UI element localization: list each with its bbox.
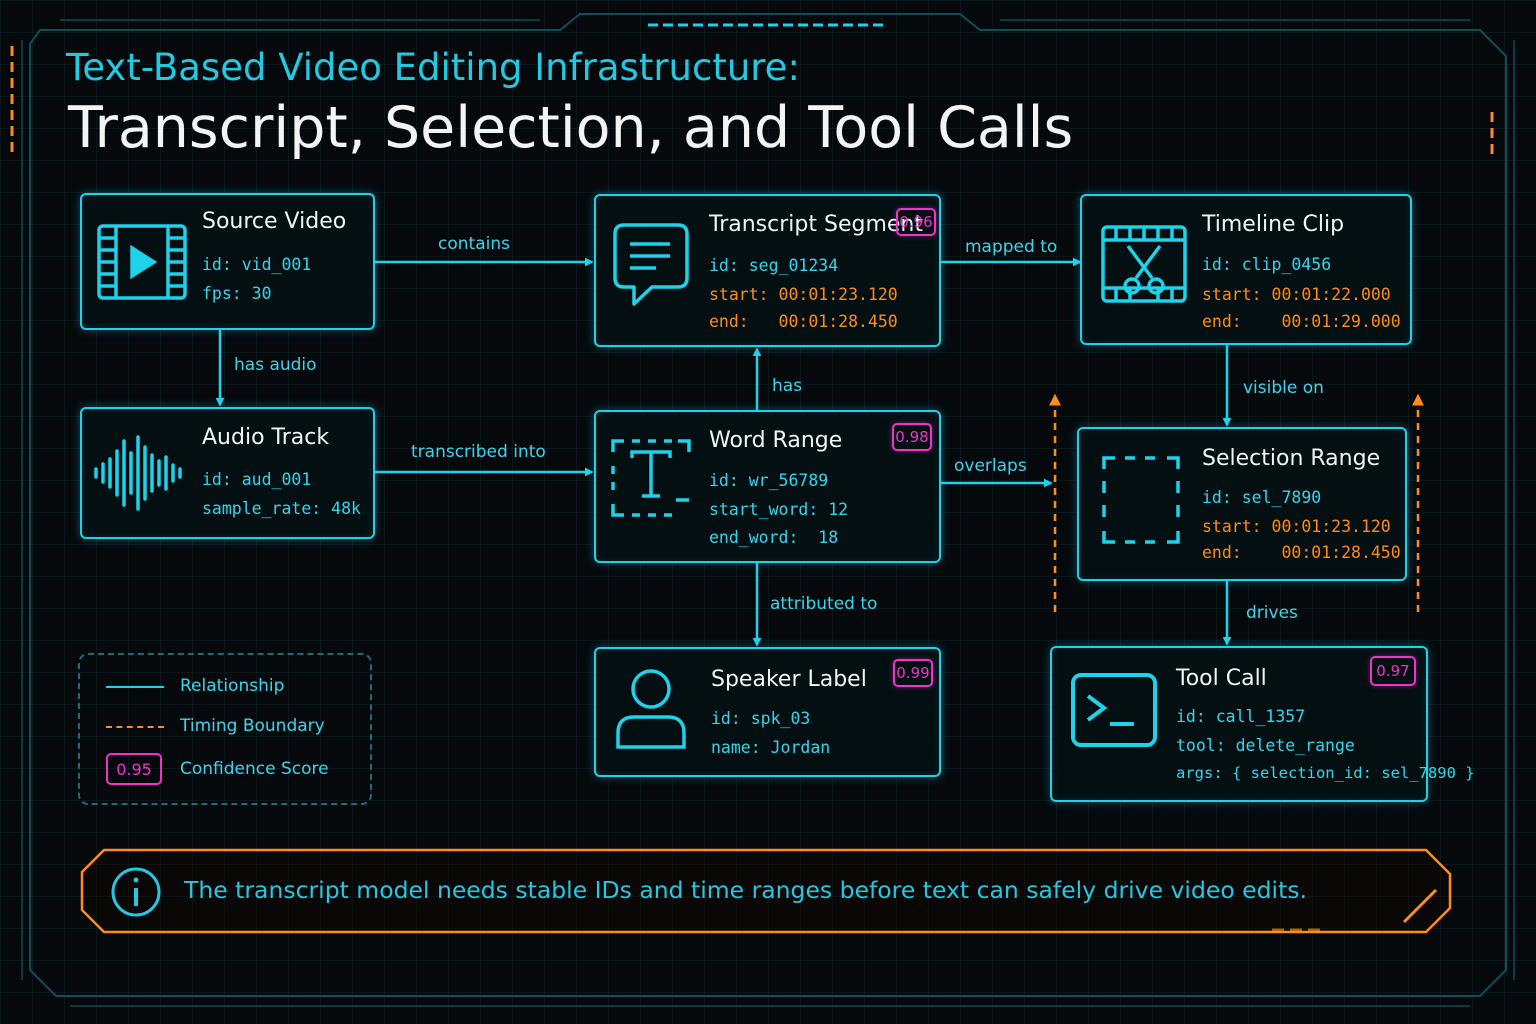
node-word-range[interactable]: Word Range 0.98 id: wr_56789 start_word:… [594,410,941,563]
legend-item-confidence: 0.95 Confidence Score [80,753,370,785]
node-timeline-clip[interactable]: Timeline Clip id: clip_0456 start: 00:01… [1080,194,1412,345]
node-field: id: seg_01234 [709,256,839,275]
node-field: id: vid_001 [202,255,312,274]
node-field: tool: delete_range [1176,736,1355,755]
node-field-end: end: 00:01:28.450 [1202,543,1401,562]
node-audio-track[interactable]: Audio Track id: aud_001 sample_rate: 48k [80,407,375,539]
node-selection-range[interactable]: Selection Range id: sel_7890 start: 00:0… [1077,427,1407,581]
film-scissors-icon [1101,225,1187,303]
edge-label-has: has [772,376,803,396]
node-field: args: { selection_id: sel_7890 } [1176,764,1475,782]
node-field: end_word: 18 [709,528,839,547]
node-title: Tool Call [1176,666,1267,691]
title-line-1: Text-Based Video Editing Infrastructure: [66,46,800,89]
legend-dashed-line [106,726,164,728]
terminal-icon [1071,673,1157,747]
edge-label-transcribed-into: transcribed into [411,442,546,462]
legend-label: Confidence Score [180,759,329,779]
legend-label: Relationship [180,676,285,696]
node-title: Word Range [709,428,843,453]
node-field-end: end: 00:01:29.000 [1202,312,1401,331]
legend-item-relationship: Relationship [80,672,370,702]
legend-confidence-badge: 0.95 [106,753,162,785]
info-icon [111,867,161,917]
edge-label-contains: contains [438,234,510,254]
edge-label-attributed-to: attributed to [770,594,878,614]
node-source-video[interactable]: Source Video id: vid_001 fps: 30 [80,193,375,330]
edge-label-overlaps: overlaps [954,456,1027,476]
title-line-2: Transcript, Selection, and Tool Calls [68,95,1074,161]
legend-solid-line [106,686,164,688]
node-field-end: end: 00:01:28.450 [709,312,898,331]
node-field-start: start: 00:01:22.000 [1202,285,1391,304]
node-field: start_word: 12 [709,500,849,519]
confidence-badge: 0.98 [892,423,932,451]
confidence-badge: 0.99 [893,659,933,687]
edge-label-drives: drives [1246,603,1298,623]
edge-label-mapped-to: mapped to [965,237,1058,257]
person-icon [616,669,686,749]
text-select-icon [611,439,691,517]
edge-label-visible-on: visible on [1243,378,1324,398]
node-title: Source Video [202,209,347,234]
node-field-start: start: 00:01:23.120 [709,285,898,304]
waveform-icon [94,435,182,511]
node-title: Timeline Clip [1202,212,1345,237]
legend: Relationship Timing Boundary 0.95 Confid… [78,653,372,805]
node-field: id: spk_03 [711,709,811,728]
node-speaker-label[interactable]: Speaker Label 0.99 id: spk_03 name: Jord… [594,647,941,777]
legend-item-timing: Timing Boundary [80,712,370,742]
node-field: id: call_1357 [1176,707,1306,726]
node-field: fps: 30 [202,284,272,303]
legend-label: Timing Boundary [180,716,325,736]
node-tool-call[interactable]: Tool Call 0.97 id: call_1357 tool: delet… [1050,646,1475,802]
node-field: name: Jordan [711,738,831,757]
node-title: Transcript Segment [709,212,923,237]
edge-label-has-audio: has audio [234,355,317,375]
speech-bubble-icon [613,223,689,306]
node-field: id: wr_56789 [709,471,829,490]
node-field: sample_rate: 48k [202,499,361,518]
node-field-start: start: 00:01:23.120 [1202,517,1391,536]
node-field: id: clip_0456 [1202,255,1332,274]
film-play-icon [97,224,187,300]
node-transcript-segment[interactable]: Transcript Segment 0.96 id: seg_01234 st… [594,194,941,347]
node-field: id: aud_001 [202,470,312,489]
node-title: Speaker Label [711,667,867,692]
confidence-badge: 0.96 [896,208,936,236]
dashed-square-icon [1102,456,1180,544]
confidence-badge: 0.97 [1370,656,1416,686]
node-field: id: sel_7890 [1202,488,1322,507]
node-title: Selection Range [1202,446,1381,471]
info-message: The transcript model needs stable IDs an… [184,876,1307,904]
node-title: Audio Track [202,425,330,450]
